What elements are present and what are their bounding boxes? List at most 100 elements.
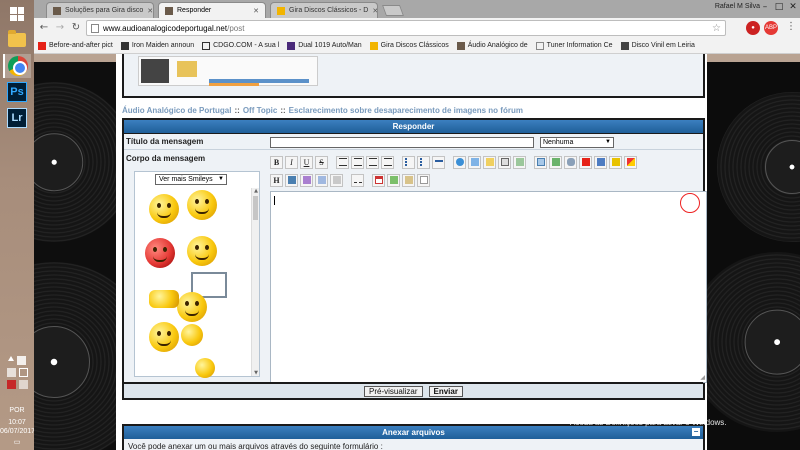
bookmark-item[interactable]: Dual 1019 Auto/Man — [283, 41, 365, 50]
language-indicator[interactable]: POR — [0, 407, 34, 414]
clock-time[interactable]: 10:07 — [0, 419, 34, 426]
breadcrumb-link-category[interactable]: Off Topic — [243, 106, 278, 115]
code-button[interactable] — [468, 155, 481, 169]
source-mode-button[interactable] — [417, 173, 430, 187]
smiley-laughing-icon[interactable] — [149, 322, 179, 352]
forward-arrow-icon[interactable]: → — [53, 21, 67, 35]
antivirus-icon[interactable] — [6, 380, 16, 389]
address-bar[interactable]: www.audioanalogicodeportugal.net/post ☆ — [86, 20, 726, 36]
bookmark-item[interactable]: Tuner Information Ce — [532, 41, 617, 50]
align-right-button[interactable] — [366, 155, 379, 169]
spoiler-button[interactable] — [483, 155, 496, 169]
file-explorer-button[interactable] — [3, 28, 31, 52]
bookmark-item[interactable]: CDGO.COM - A sua l — [198, 41, 283, 50]
extension-icon[interactable]: ● — [746, 21, 760, 35]
bookmark-item[interactable]: Before-and-after pict — [34, 41, 117, 50]
smiley-sleeping-icon[interactable] — [149, 290, 179, 308]
scrollbar-thumb[interactable] — [253, 196, 258, 220]
breadcrumb-link-topic[interactable]: Esclarecimento sobre desaparecimento de … — [289, 106, 523, 115]
tray-up-arrow-icon[interactable] — [8, 356, 14, 361]
battery-icon[interactable] — [18, 368, 28, 377]
photoshop-taskbar-button[interactable]: Ps — [3, 80, 31, 104]
date-button[interactable] — [372, 173, 385, 187]
notification-flag-icon[interactable] — [18, 380, 28, 389]
chrome-menu-icon[interactable]: ⋮ — [786, 21, 796, 32]
table-button[interactable] — [513, 155, 526, 169]
insert-link-button[interactable] — [564, 155, 577, 169]
adblock-extension-icon[interactable]: ABP — [764, 21, 778, 35]
numbered-list-button[interactable] — [417, 155, 430, 169]
post-icon-select[interactable]: Nenhuma ▼ — [540, 137, 614, 148]
reload-icon[interactable]: ↻ — [69, 21, 83, 35]
smiley-angry-icon[interactable] — [145, 238, 175, 268]
chrome-taskbar-button[interactable] — [3, 54, 31, 78]
close-tab-icon[interactable]: ✕ — [143, 7, 153, 15]
bookmark-item[interactable]: Disco Vinil em Leiria — [617, 41, 699, 50]
justify-button[interactable] — [381, 155, 394, 169]
smiley-grin-icon[interactable] — [187, 236, 217, 266]
browser-tab-active[interactable]: Responder ✕ — [158, 2, 266, 18]
bullet-list-button[interactable] — [402, 155, 415, 169]
clock-date[interactable]: 06/07/2017 — [0, 428, 35, 435]
image-host-button[interactable] — [534, 155, 547, 169]
bookmark-item[interactable]: Áudio Analógico de — [453, 41, 532, 50]
subscript-button[interactable] — [315, 173, 328, 187]
lightroom-taskbar-button[interactable]: Lr — [3, 106, 31, 130]
smiley-hat-icon[interactable] — [195, 358, 215, 378]
italic-button[interactable]: I — [285, 155, 298, 169]
browser-tab[interactable]: Soluções para Gira disco ✕ — [46, 2, 154, 18]
volume-icon[interactable] — [6, 368, 16, 377]
browser-tab[interactable]: Gira Discos Clássicos - D ✕ — [270, 2, 378, 18]
align-left-button[interactable] — [336, 155, 349, 169]
align-center-button[interactable] — [351, 155, 364, 169]
start-button[interactable] — [3, 2, 31, 26]
resize-grip-icon[interactable]: ◢ — [700, 374, 705, 381]
underline-button[interactable]: U — [300, 155, 313, 169]
close-tab-icon[interactable]: ✕ — [249, 7, 259, 15]
minimize-icon[interactable]: – — [758, 0, 772, 14]
close-window-icon[interactable]: ✕ — [786, 0, 800, 14]
new-tab-button[interactable] — [381, 5, 405, 16]
attachments-header[interactable]: Anexar arquivos − — [124, 426, 703, 439]
breadcrumb-link-home[interactable]: Áudio Analógico de Portugal — [122, 106, 231, 115]
heading-button[interactable]: H — [270, 173, 283, 187]
smiley-cheer-icon[interactable] — [181, 324, 203, 346]
bold-button[interactable]: B — [270, 155, 283, 169]
collapse-icon[interactable]: − — [692, 428, 700, 436]
back-arrow-icon[interactable]: ← — [37, 21, 51, 35]
more-smileys-select[interactable]: Ver mais Smileys ▼ — [155, 174, 227, 185]
font-button[interactable] — [609, 155, 622, 169]
network-icon[interactable] — [17, 356, 26, 365]
flash-button[interactable] — [594, 155, 607, 169]
smileys-scrollbar[interactable]: ▲ ▼ — [251, 188, 259, 376]
message-body-textarea[interactable]: ◢ — [270, 191, 707, 383]
bookmark-item[interactable]: Iron Maiden announ — [117, 41, 198, 50]
chrome-profile-name[interactable]: Rafael M Silva — [715, 3, 760, 10]
scroll-down-arrow-icon[interactable]: ▼ — [252, 370, 260, 376]
page-info-icon[interactable] — [91, 23, 99, 33]
close-tab-icon[interactable]: ✕ — [368, 7, 377, 15]
superscript-button[interactable] — [300, 173, 313, 187]
smiley-angel-icon[interactable] — [149, 194, 179, 224]
smiley-thumbs-up-icon[interactable] — [187, 190, 217, 220]
youtube-button[interactable] — [579, 155, 592, 169]
color-button[interactable] — [624, 155, 637, 169]
bookmark-item[interactable]: Gira Discos Clássicos — [366, 41, 453, 50]
scroll-up-arrow-icon[interactable]: ▲ — [252, 188, 260, 194]
insert-file-button[interactable] — [387, 173, 400, 187]
separator-line-button[interactable] — [351, 173, 364, 187]
paste-button[interactable] — [402, 173, 415, 187]
insert-image-button[interactable] — [549, 155, 562, 169]
action-center-icon[interactable]: ▭ — [0, 438, 34, 446]
quote-button[interactable] — [453, 155, 466, 169]
smiley-presenter-icon[interactable] — [177, 292, 207, 322]
preview-button[interactable]: Pré-visualizar — [364, 385, 423, 397]
remove-format-button[interactable] — [330, 173, 343, 187]
send-button[interactable]: Enviar — [428, 385, 463, 397]
bookmark-star-icon[interactable]: ☆ — [712, 23, 721, 34]
title-input[interactable] — [270, 137, 534, 148]
marquee-button[interactable] — [285, 173, 298, 187]
strikethrough-button[interactable]: S — [315, 155, 328, 169]
hide-button[interactable] — [498, 155, 511, 169]
horizontal-rule-button[interactable] — [432, 155, 445, 169]
